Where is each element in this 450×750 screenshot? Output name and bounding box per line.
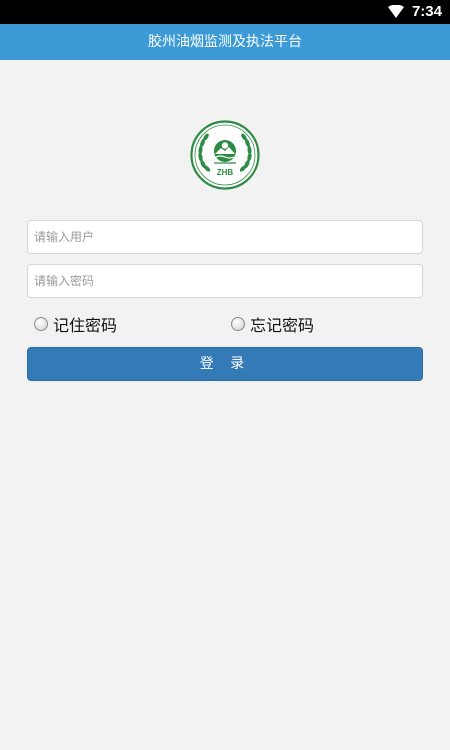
login-button[interactable]: 登 录 (27, 347, 423, 381)
username-input[interactable] (27, 220, 423, 254)
forgot-password-option[interactable]: 忘记密码 (231, 313, 314, 335)
forgot-password-radio[interactable] (231, 317, 245, 331)
status-bar: 7:34 (0, 0, 450, 24)
clock: 7:34 (411, 3, 442, 20)
password-input[interactable] (27, 264, 423, 298)
app-title-bar: 胶州油烟监测及执法平台 (0, 24, 450, 60)
remember-password-label: 记住密码 (53, 316, 118, 335)
remember-password-radio[interactable] (34, 317, 48, 331)
wifi-icon (388, 5, 404, 18)
app-logo: ZHB (190, 120, 260, 190)
page-title: 胶州油烟监测及执法平台 (148, 34, 302, 50)
remember-password-option[interactable]: 记住密码 (34, 313, 117, 335)
logo-text: ZHB (217, 168, 234, 177)
forgot-password-label: 忘记密码 (250, 316, 315, 335)
